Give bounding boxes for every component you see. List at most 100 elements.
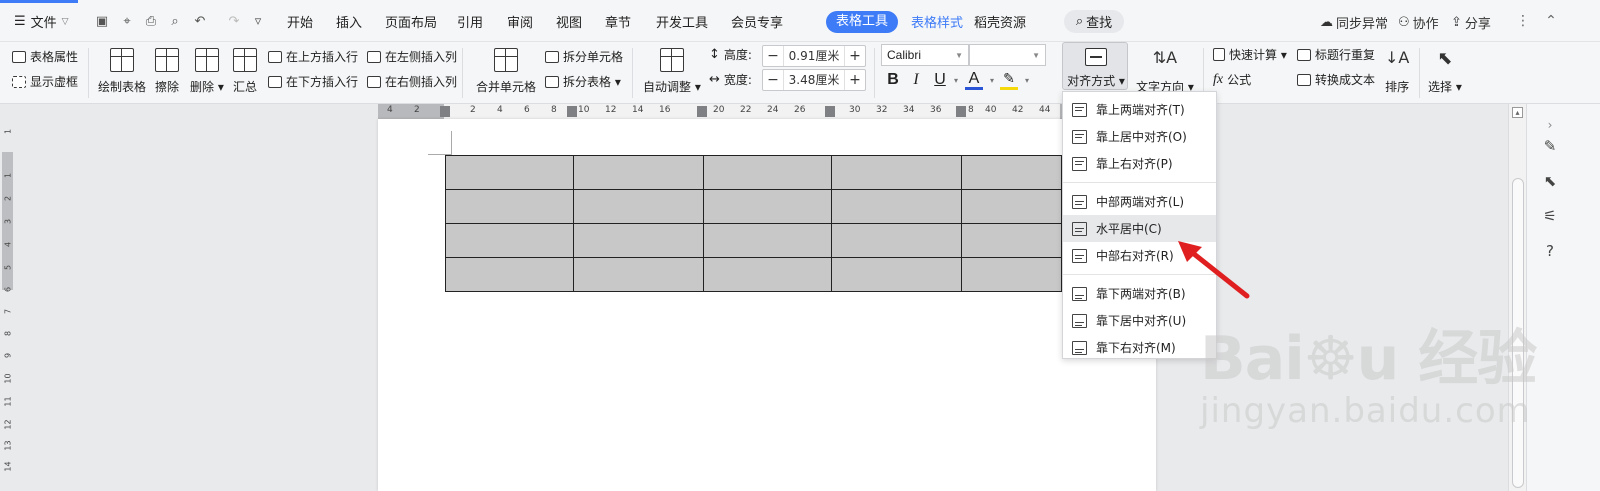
tab-review[interactable]: 审阅 [507,12,533,31]
height-decrease-button[interactable]: − [763,46,783,66]
highlight-dropdown-icon[interactable]: ▾ [1018,76,1036,85]
width-decrease-button[interactable]: − [763,70,783,90]
insert-col-right-button[interactable]: 在右侧插入列 [367,73,457,90]
quick-calc-button[interactable]: 快速计算 ▾ [1213,46,1287,63]
table-cell[interactable] [703,257,832,292]
table-cell[interactable] [573,189,704,224]
menu-item[interactable]: 中部两端对齐(L) [1063,188,1216,215]
collaborate-button[interactable]: ⚇ 协作 [1398,13,1439,32]
tab-table-style[interactable]: 表格样式 [911,12,963,31]
insert-col-left-button[interactable]: 在左侧插入列 [367,48,457,65]
vertical-ruler[interactable]: 1 1 2 3 4 5 6 7 8 9 10 11 12 13 14 [0,119,15,491]
merge-cells-button[interactable]: 合并单元格 [476,48,536,95]
height-increase-button[interactable]: + [845,46,865,66]
menu-item[interactable]: 靠下居中对齐(U) [1063,307,1216,334]
ruler-column-marker[interactable] [567,106,577,117]
font-color-button[interactable]: A [965,71,983,90]
document-table[interactable] [445,155,1062,292]
menu-item[interactable]: 靠下右对齐(M) [1063,334,1216,361]
show-gridlines-button[interactable]: 显示虚框 [12,73,78,90]
insert-row-below-button[interactable]: 在下方插入行 [268,73,358,90]
table-properties-button[interactable]: 表格属性 [12,48,78,65]
table-cell[interactable] [445,257,574,292]
menu-item[interactable]: 靠上右对齐(P) [1063,150,1216,177]
ruler-column-marker[interactable] [956,106,966,117]
tab-developer[interactable]: 开发工具 [656,12,708,31]
tab-docer-resources[interactable]: 稻壳资源 [974,12,1026,31]
formula-button[interactable]: fx 公式 [1213,71,1251,88]
table-cell[interactable] [445,189,574,224]
help-icon[interactable]: ? [1539,240,1561,262]
italic-button[interactable]: I [907,71,925,89]
horizontal-ruler[interactable]: 4 2 2 4 6 8 10 12 14 16 20 22 24 26 30 3… [0,104,1600,119]
menu-item[interactable]: 靠上两端对齐(T) [1063,96,1216,123]
font-family-select[interactable]: Calibri ▼ [881,44,969,66]
repeat-header-button[interactable]: 标题行重复 [1297,46,1375,63]
format-painter-icon[interactable]: ⌖ [118,12,136,30]
select-cursor-icon[interactable]: ⬉ [1539,170,1561,192]
table-cell[interactable] [703,223,832,258]
table-cell[interactable] [445,155,574,190]
collapse-panel-icon[interactable]: › [1539,114,1561,136]
print-preview-icon[interactable]: ⌕ [166,12,184,30]
adjust-sliders-icon[interactable]: ⚟ [1539,205,1561,227]
insert-row-above-button[interactable]: 在上方插入行 [268,48,358,65]
redo-icon[interactable]: ↷ [225,12,243,30]
tab-insert[interactable]: 插入 [336,12,362,31]
menu-item[interactable]: 靠上居中对齐(O) [1063,123,1216,150]
table-cell[interactable] [573,257,704,292]
collapse-ribbon-icon[interactable]: ⌃ [1542,12,1560,30]
tab-table-tools[interactable]: 表格工具 [826,11,898,33]
font-color-dropdown-icon[interactable]: ▾ [983,76,1001,85]
height-value[interactable]: 0.91厘米 [783,46,845,66]
tab-member[interactable]: 会员专享 [731,12,783,31]
more-icon[interactable]: ⋮ [1514,12,1532,30]
highlight-button[interactable]: ✎ [1000,71,1018,90]
customize-toolbar-icon[interactable]: ▿ [249,12,267,30]
table-cell[interactable] [703,155,832,190]
delete-button[interactable]: 删除 ▾ [190,48,224,95]
table-cell[interactable] [831,257,962,292]
search-button[interactable]: ⌕ 查找 [1064,10,1124,33]
summary-button[interactable]: 汇总 [233,48,257,95]
font-size-select[interactable]: ▼ [969,44,1046,66]
sort-button[interactable]: ↓A 排序 [1385,48,1409,95]
table-cell[interactable] [445,223,574,258]
underline-dropdown-icon[interactable]: ▾ [947,76,965,85]
tab-page-layout[interactable]: 页面布局 [385,12,437,31]
share-button[interactable]: ⇪ 分享 [1451,13,1491,32]
table-cell[interactable] [703,189,832,224]
tab-references[interactable]: 引用 [457,12,483,31]
table-cell[interactable] [573,155,704,190]
save-icon[interactable]: ▣ [93,12,111,30]
table-cell[interactable] [961,223,1062,258]
file-menu[interactable]: ☰ 文件 ▽ [14,12,69,31]
text-direction-button[interactable]: ⇅A 文字方向 ▾ [1136,48,1194,95]
split-cells-button[interactable]: 拆分单元格 [545,48,623,65]
table-cell[interactable] [961,257,1062,292]
table-cell[interactable] [831,189,962,224]
tab-view[interactable]: 视图 [556,12,582,31]
table-cell[interactable] [961,189,1062,224]
ruler-column-marker[interactable] [697,106,707,117]
table-cell[interactable] [831,155,962,190]
col-width-stepper[interactable]: − 3.48厘米 + [762,69,866,91]
split-table-button[interactable]: 拆分表格 ▾ [545,73,621,90]
auto-adjust-button[interactable]: 自动调整 ▾ [643,48,701,95]
ruler-column-marker[interactable] [825,106,835,117]
erase-button[interactable]: 擦除 [155,48,179,95]
bold-button[interactable]: B [884,71,902,89]
select-button[interactable]: ⬉ 选择 ▾ [1428,48,1462,95]
width-value[interactable]: 3.48厘米 [783,70,845,90]
row-height-stepper[interactable]: − 0.91厘米 + [762,45,866,67]
width-increase-button[interactable]: + [845,70,865,90]
tab-chapter[interactable]: 章节 [605,12,631,31]
ruler-column-marker[interactable] [440,106,450,117]
table-cell[interactable] [573,223,704,258]
pen-icon[interactable]: ✎ [1539,135,1561,157]
scroll-top-icon[interactable]: ▴ [1512,107,1523,118]
print-icon[interactable]: ⎙ [142,12,160,30]
sync-status[interactable]: ☁ 同步异常 [1320,13,1388,32]
vertical-scrollbar[interactable]: ▴ [1508,104,1526,491]
table-cell[interactable] [961,155,1062,190]
